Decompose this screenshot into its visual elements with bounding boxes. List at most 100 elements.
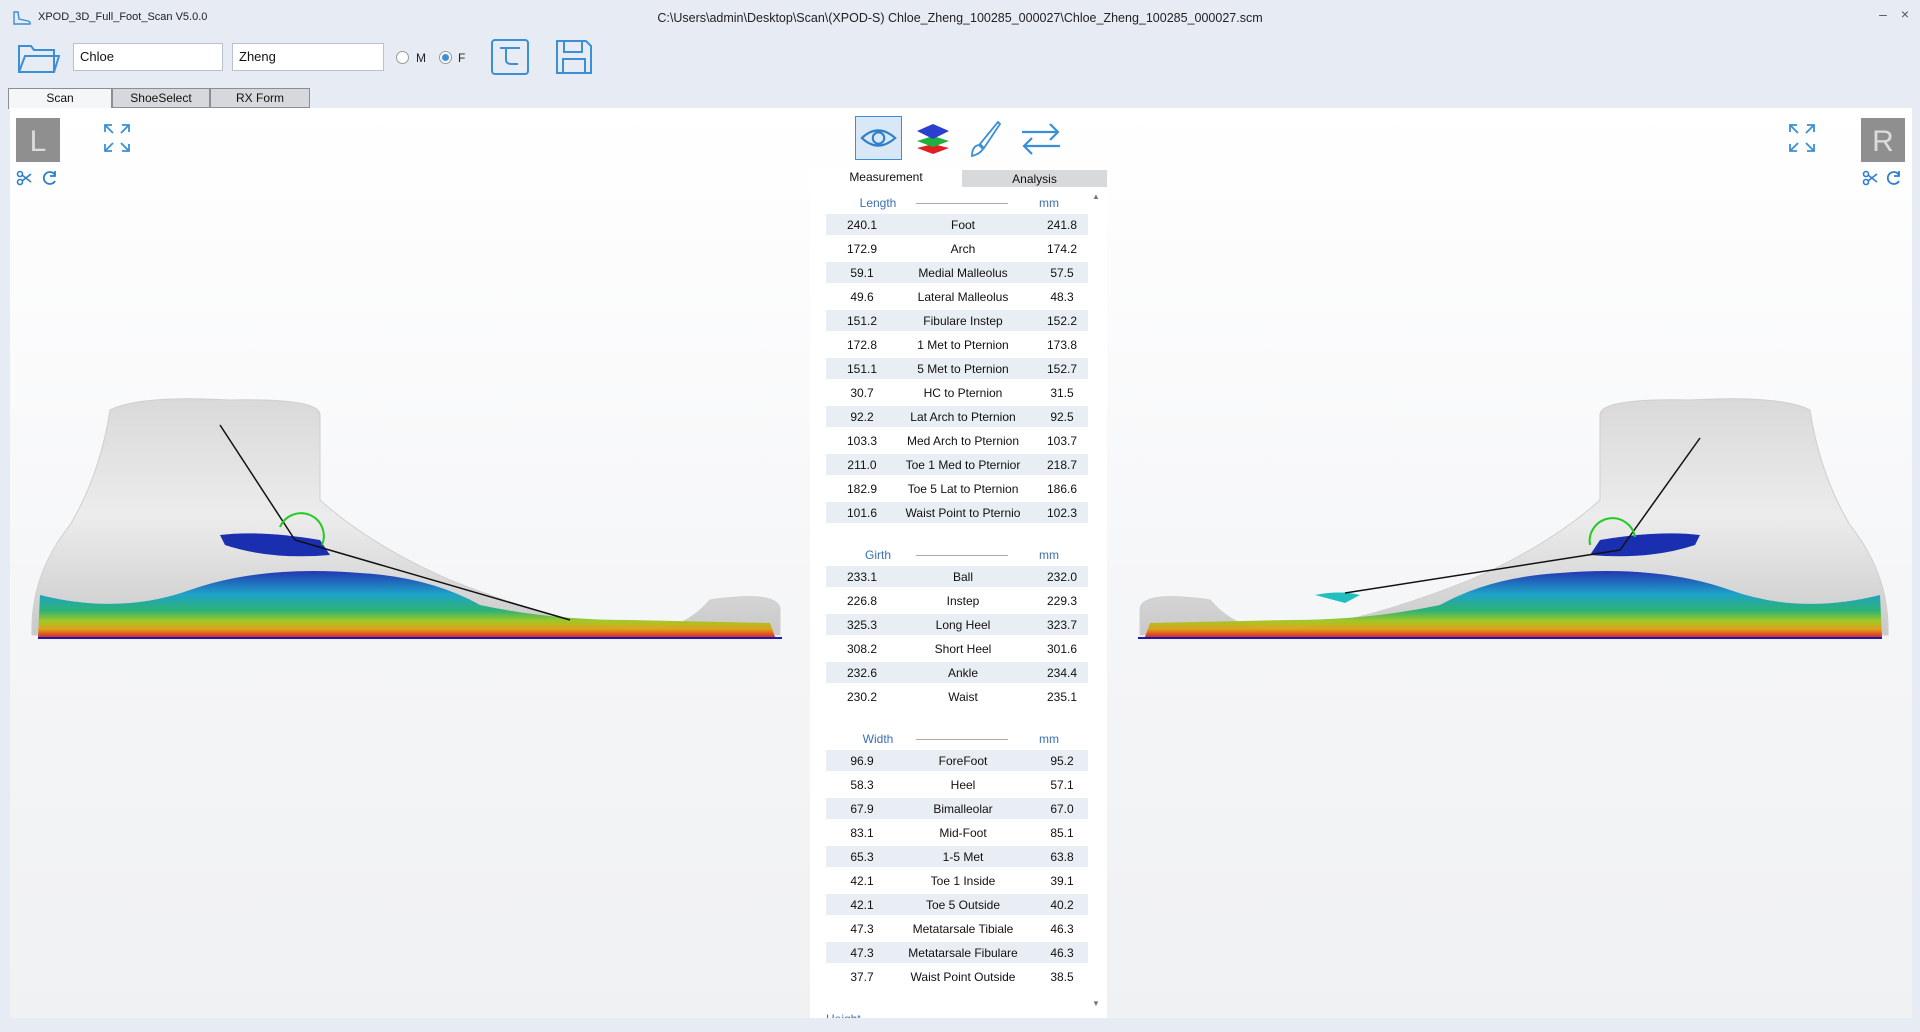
- measurement-row[interactable]: 67.9 Bimalleolar 67.0: [826, 798, 1088, 819]
- open-folder-icon[interactable]: [16, 38, 60, 76]
- section-header-girth: Girth mm: [826, 545, 1088, 565]
- measurement-row[interactable]: 103.3 Med Arch to Pternion 103.7: [826, 430, 1088, 451]
- measurement-row[interactable]: 308.2 Short Heel 301.6: [826, 638, 1088, 659]
- measurement-row[interactable]: 49.6 Lateral Malleolus 48.3: [826, 286, 1088, 307]
- gender-f-radio[interactable]: [439, 51, 452, 64]
- measurement-name: ForeFoot: [938, 754, 988, 768]
- scissors-icon[interactable]: [16, 170, 32, 186]
- measurement-row[interactable]: 211.0 Toe 1 Med to Pternior 218.7: [826, 454, 1088, 475]
- measurement-row[interactable]: 240.1 Foot 241.8: [826, 214, 1088, 235]
- section-unit: mm: [1039, 732, 1059, 746]
- measurement-name: Bimalleolar: [933, 802, 993, 816]
- left-foot-scan[interactable]: [30, 395, 790, 790]
- right-value: 103.7: [1046, 434, 1078, 448]
- measurement-row[interactable]: 65.3 1-5 Met 63.8: [826, 846, 1088, 867]
- right-value: 92.5: [1050, 410, 1074, 424]
- scroll-down-arrow[interactable]: ▼: [1092, 999, 1100, 1008]
- right-value: 229.3: [1046, 594, 1078, 608]
- measurement-name: Toe 1 Inside: [930, 874, 996, 888]
- gender-m-radio[interactable]: [396, 51, 409, 64]
- expand-icon[interactable]: [1787, 122, 1817, 154]
- measurement-name: Heel: [950, 778, 976, 792]
- measurement-row[interactable]: 172.9 Arch 174.2: [826, 238, 1088, 259]
- measurement-name: Waist Point Outside: [910, 970, 1016, 984]
- measurement-row[interactable]: 151.2 Fibulare Instep 152.2: [826, 310, 1088, 331]
- tab-measurement[interactable]: Measurement: [810, 167, 962, 187]
- right-foot-label[interactable]: R: [1861, 118, 1905, 162]
- section-divider: [916, 555, 1008, 556]
- measurement-row[interactable]: 47.3 Metatarsale Tibiale 46.3: [826, 918, 1088, 939]
- scroll-up-arrow[interactable]: ▲: [1092, 192, 1100, 201]
- scissors-icon[interactable]: [1862, 170, 1878, 186]
- measurement-row[interactable]: 83.1 Mid-Foot 85.1: [826, 822, 1088, 843]
- right-value: 67.0: [1050, 802, 1074, 816]
- measurement-name: 1-5 Met: [942, 850, 984, 864]
- rotate-icon[interactable]: [1886, 170, 1902, 186]
- measurement-name: Instep: [946, 594, 980, 608]
- right-value: 46.3: [1050, 946, 1074, 960]
- section-divider: [916, 739, 1008, 740]
- section-header-length: Length mm: [826, 193, 1088, 213]
- right-value: 232.0: [1046, 570, 1078, 584]
- measurement-row[interactable]: 230.2 Waist 235.1: [826, 686, 1088, 707]
- tab-analysis[interactable]: Analysis: [962, 170, 1107, 187]
- measurement-row[interactable]: 59.1 Medial Malleolus 57.5: [826, 262, 1088, 283]
- rotate-icon[interactable]: [42, 170, 58, 186]
- right-value: 234.4: [1046, 666, 1078, 680]
- measurement-row[interactable]: 233.1 Ball 232.0: [826, 566, 1088, 587]
- right-value: 48.3: [1050, 290, 1074, 304]
- measurement-row[interactable]: 226.8 Instep 229.3: [826, 590, 1088, 611]
- measurement-row[interactable]: 37.7 Waist Point Outside 38.5: [826, 966, 1088, 987]
- right-value: 57.5: [1050, 266, 1074, 280]
- first-name-field[interactable]: Chloe: [73, 43, 223, 71]
- measurement-row[interactable]: 96.9 ForeFoot 95.2: [826, 750, 1088, 771]
- measurement-name: Toe 5 Lat to Pternion: [907, 482, 1019, 496]
- measurement-row[interactable]: 325.3 Long Heel 323.7: [826, 614, 1088, 635]
- tab-shoeselect[interactable]: ShoeSelect: [112, 88, 210, 108]
- close-button[interactable]: ×: [1896, 6, 1914, 24]
- measurement-name: Ankle: [947, 666, 979, 680]
- measurement-name: Medial Malleolus: [918, 266, 1008, 280]
- eye-icon[interactable]: [855, 116, 902, 160]
- tab-rx-form[interactable]: RX Form: [210, 88, 310, 108]
- measurement-row[interactable]: 58.3 Heel 57.1: [826, 774, 1088, 795]
- measurement-row[interactable]: 92.2 Lat Arch to Pternion 92.5: [826, 406, 1088, 427]
- measurement-name: Toe 5 Outside: [925, 898, 1001, 912]
- rx-document-icon[interactable]: [490, 38, 530, 76]
- brush-icon[interactable]: [964, 118, 1004, 158]
- measurement-name: Lateral Malleolus: [917, 290, 1009, 304]
- measurement-name: Waist Point to Pternio: [905, 506, 1021, 520]
- tab-scan[interactable]: Scan: [8, 88, 112, 109]
- last-name-field[interactable]: Zheng: [232, 43, 384, 71]
- right-foot-scan[interactable]: [1130, 395, 1890, 790]
- section-unit: mm: [1039, 196, 1059, 210]
- layers-icon[interactable]: [913, 118, 953, 158]
- section-header-partial: Height: [826, 1012, 916, 1018]
- measurement-row[interactable]: 42.1 Toe 5 Outside 40.2: [826, 894, 1088, 915]
- minimize-button[interactable]: –: [1874, 6, 1892, 24]
- measurement-row[interactable]: 42.1 Toe 1 Inside 39.1: [826, 870, 1088, 891]
- right-value: 102.3: [1046, 506, 1078, 520]
- right-value: 152.2: [1046, 314, 1078, 328]
- right-value: 39.1: [1050, 874, 1074, 888]
- save-icon[interactable]: [554, 38, 594, 76]
- measurement-row[interactable]: 151.1 5 Met to Pternion 152.7: [826, 358, 1088, 379]
- measurement-row[interactable]: 30.7 HC to Pternion 31.5: [826, 382, 1088, 403]
- measurement-name: 1 Met to Pternion: [917, 338, 1009, 352]
- right-value: 241.8: [1046, 218, 1078, 232]
- measurement-name: Mid-Foot: [939, 826, 987, 840]
- measurement-name: Ball: [952, 570, 973, 584]
- gender-f-label: F: [458, 51, 466, 65]
- swap-arrows-icon[interactable]: [1018, 118, 1064, 158]
- section-unit: mm: [1039, 548, 1059, 562]
- measurement-row[interactable]: 172.8 1 Met to Pternion 173.8: [826, 334, 1088, 355]
- expand-icon[interactable]: [102, 122, 132, 154]
- measurement-name: Arch: [950, 242, 976, 256]
- right-value: 85.1: [1050, 826, 1074, 840]
- measurement-name: Lat Arch to Pternion: [910, 410, 1016, 424]
- measurement-row[interactable]: 47.3 Metatarsale Fibulare 46.3: [826, 942, 1088, 963]
- measurement-row[interactable]: 182.9 Toe 5 Lat to Pternion 186.6: [826, 478, 1088, 499]
- measurement-row[interactable]: 232.6 Ankle 234.4: [826, 662, 1088, 683]
- left-foot-label[interactable]: L: [16, 118, 60, 162]
- measurement-row[interactable]: 101.6 Waist Point to Pternio 102.3: [826, 502, 1088, 523]
